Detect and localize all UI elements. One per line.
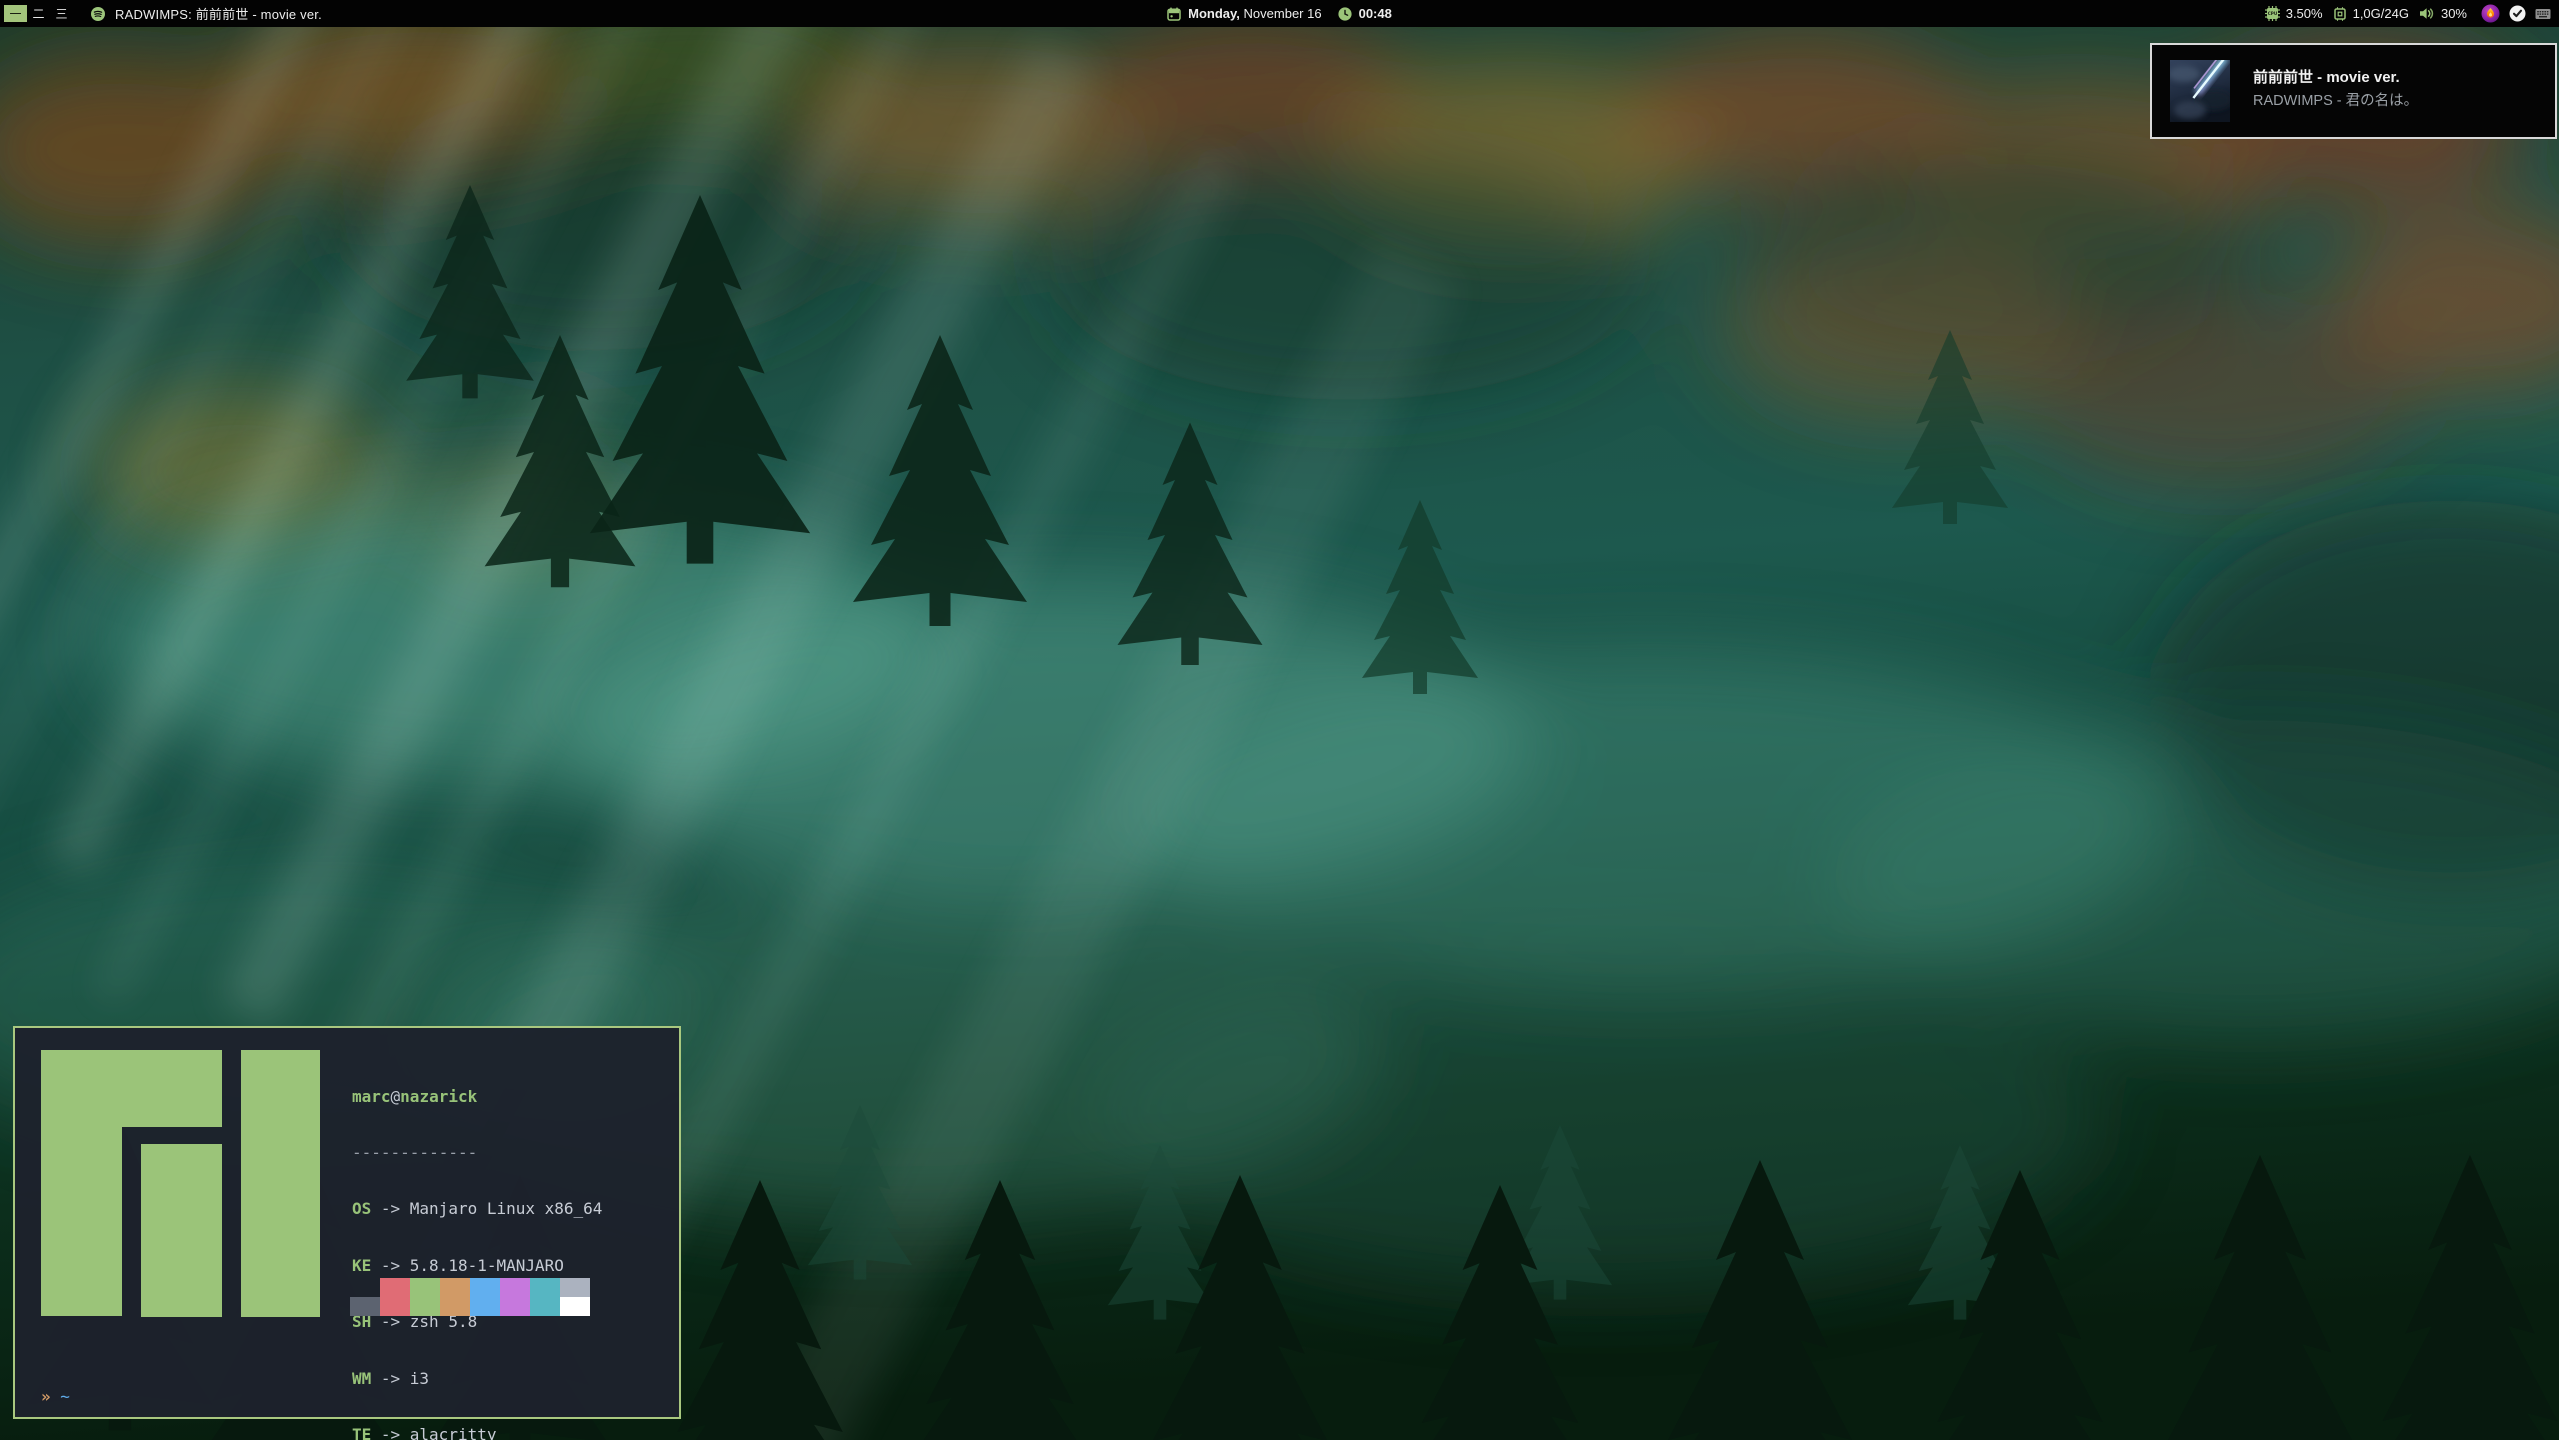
palette-swatch	[530, 1278, 560, 1297]
calendar-icon	[1167, 7, 1181, 21]
palette-swatch	[380, 1278, 410, 1297]
neofetch-output: marc@nazarick ------------- OS->Manjaro …	[352, 1050, 641, 1440]
manjaro-logo-block	[141, 1144, 222, 1317]
prompt-line-1: »~	[41, 1388, 99, 1407]
palette-swatch	[470, 1278, 500, 1297]
palette-swatch	[500, 1297, 530, 1316]
time-label: 00:48	[1359, 6, 1392, 21]
color-palette	[350, 1278, 590, 1316]
date-label: November 16	[1244, 6, 1322, 21]
info-row-te: TE->alacritty	[352, 1426, 641, 1440]
prompt-path: ~	[60, 1387, 70, 1406]
notification-subtitle: RADWIMPS - 君の名は。	[2253, 91, 2545, 112]
time-module: 00:48	[1338, 6, 1392, 21]
notification-popup[interactable]: 前前前世 - movie ver. RADWIMPS - 君の名は。	[2150, 43, 2557, 139]
datetime-modules: Monday, November 16 00:48	[0, 0, 2559, 27]
palette-swatch	[500, 1278, 530, 1297]
clock-icon	[1338, 7, 1352, 21]
shell-prompt[interactable]: »~ λ	[41, 1350, 99, 1440]
palette-swatch	[560, 1297, 590, 1316]
palette-swatch	[380, 1297, 410, 1316]
date-weekday: Monday,	[1188, 6, 1240, 21]
notification-title: 前前前世 - movie ver.	[2253, 67, 2545, 88]
palette-swatch	[560, 1278, 590, 1297]
album-art	[2170, 60, 2230, 122]
palette-swatch	[440, 1278, 470, 1297]
manjaro-logo-block	[241, 1050, 320, 1317]
info-row-wm: WM->i3	[352, 1370, 641, 1389]
manjaro-logo-block	[41, 1050, 122, 1316]
neofetch-title: marc@nazarick	[352, 1088, 641, 1107]
terminal-window[interactable]: marc@nazarick ------------- OS->Manjaro …	[13, 1026, 681, 1419]
date-module: Monday, November 16	[1167, 6, 1321, 21]
palette-swatch	[440, 1297, 470, 1316]
palette-swatch	[410, 1278, 440, 1297]
palette-swatch	[350, 1278, 380, 1297]
info-row-ke: KE->5.8.18-1-MANJARO	[352, 1257, 641, 1276]
palette-swatch	[470, 1297, 500, 1316]
top-bar: 一 二 三 RADWIMPS: 前前前世 - movie ver.	[0, 0, 2559, 27]
palette-swatch	[350, 1297, 380, 1316]
desktop: 一 二 三 RADWIMPS: 前前前世 - movie ver.	[0, 0, 2559, 1440]
neofetch-separator: -------------	[352, 1144, 641, 1163]
prompt-chevron: »	[41, 1387, 51, 1406]
info-row-os: OS->Manjaro Linux x86_64	[352, 1200, 641, 1219]
palette-swatch	[410, 1297, 440, 1316]
palette-swatch	[530, 1297, 560, 1316]
